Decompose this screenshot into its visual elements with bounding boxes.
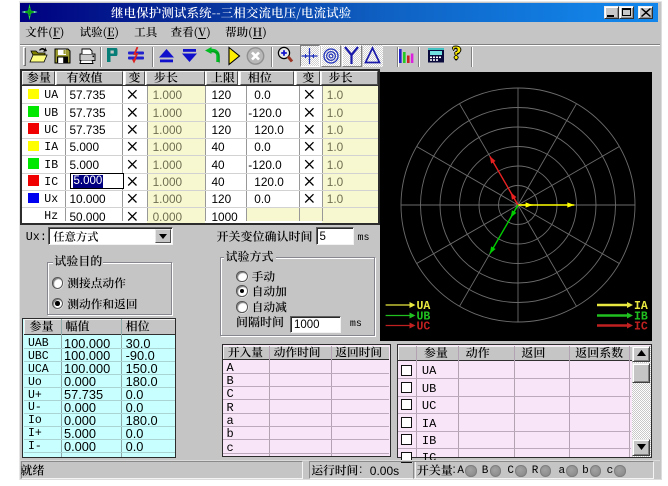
svg-text:UC: UC [417,321,431,334]
svg-text:IC: IC [634,321,648,334]
